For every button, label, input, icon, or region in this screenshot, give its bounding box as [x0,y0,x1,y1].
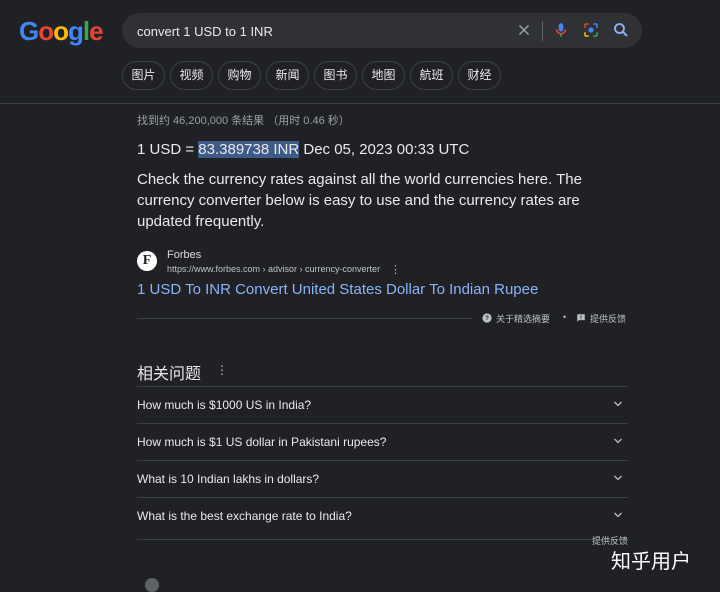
tab-news[interactable]: 新闻 [266,61,309,90]
more-options-icon[interactable]: ⋮ [216,363,228,377]
tab-finance[interactable]: 财经 [458,61,501,90]
question-text: How much is $1000 US in India? [137,398,312,412]
source-name[interactable]: Forbes [167,249,201,261]
question-text: How much is $1 US dollar in Pakistani ru… [137,435,387,449]
next-result-favicon [145,578,159,592]
snippet-divider [137,318,472,319]
related-question[interactable]: How much is $1000 US in India? [137,386,628,423]
help-icon: ? [482,313,492,323]
logo-letter: o [38,16,54,46]
svg-text:?: ? [485,315,489,322]
tab-shopping[interactable]: 购物 [218,61,261,90]
zhihu-watermark: 知乎用户 [611,551,691,573]
related-question[interactable]: How much is $1 US dollar in Pakistani ru… [137,423,628,460]
logo-letter: e [89,16,104,46]
related-question[interactable]: What is 10 Indian lakhs in dollars? [137,460,628,497]
logo-letter: g [68,16,84,46]
clear-icon[interactable] [515,21,533,39]
tab-books[interactable]: 图书 [314,61,357,90]
result-title-link[interactable]: 1 USD To INR Convert United States Dolla… [137,281,538,298]
related-questions-divider [137,539,628,540]
tab-images[interactable]: 图片 [122,61,165,90]
question-text: What is 10 Indian lakhs in dollars? [137,472,320,486]
microphone-icon[interactable] [552,21,570,39]
related-questions-title: 相关问题 [137,366,202,383]
chevron-down-icon [614,512,622,518]
search-bar-divider [542,21,543,41]
search-icon[interactable] [612,21,630,39]
feedback-link[interactable]: 提供反馈 [576,312,626,325]
google-logo[interactable]: Google [19,16,104,46]
search-input[interactable] [137,21,497,41]
tab-maps[interactable]: 地图 [362,61,405,90]
tab-videos[interactable]: 视频 [170,61,213,90]
answer-suffix: Dec 05, 2023 00:33 UTC [299,141,470,158]
answer-prefix: 1 USD = [137,141,199,158]
about-snippet-label: 关于精选摘要 [496,314,551,324]
chevron-down-icon [614,475,622,481]
related-question[interactable]: What is the best exchange rate to India? [137,497,628,534]
search-bar [122,13,642,48]
source-url[interactable]: https://www.forbes.com › advisor › curre… [167,264,380,274]
result-stats: 找到约 46,200,000 条结果 （用时 0.46 秒） [137,115,350,127]
logo-letter: G [19,16,39,46]
more-options-icon[interactable]: ⋮ [390,263,401,276]
chevron-down-icon [614,401,622,407]
feedback-icon [577,314,585,322]
header-divider [0,103,720,104]
answer-description: Check the currency rates against all the… [137,171,582,230]
chevron-down-icon [614,438,622,444]
footer-separator: • [563,312,567,322]
question-text: What is the best exchange rate to India? [137,509,352,523]
forbes-logo-icon[interactable]: F [137,251,157,271]
about-snippet-link[interactable]: ? 关于精选摘要 [482,312,550,325]
logo-letter: o [53,16,69,46]
tab-flights[interactable]: 航班 [410,61,453,90]
feedback-label: 提供反馈 [590,314,627,324]
featured-answer: 1 USD = 83.389738 INR Dec 05, 2023 00:33… [137,141,469,158]
lens-icon[interactable] [582,21,600,39]
answer-highlight: 83.389738 INR [198,141,300,158]
